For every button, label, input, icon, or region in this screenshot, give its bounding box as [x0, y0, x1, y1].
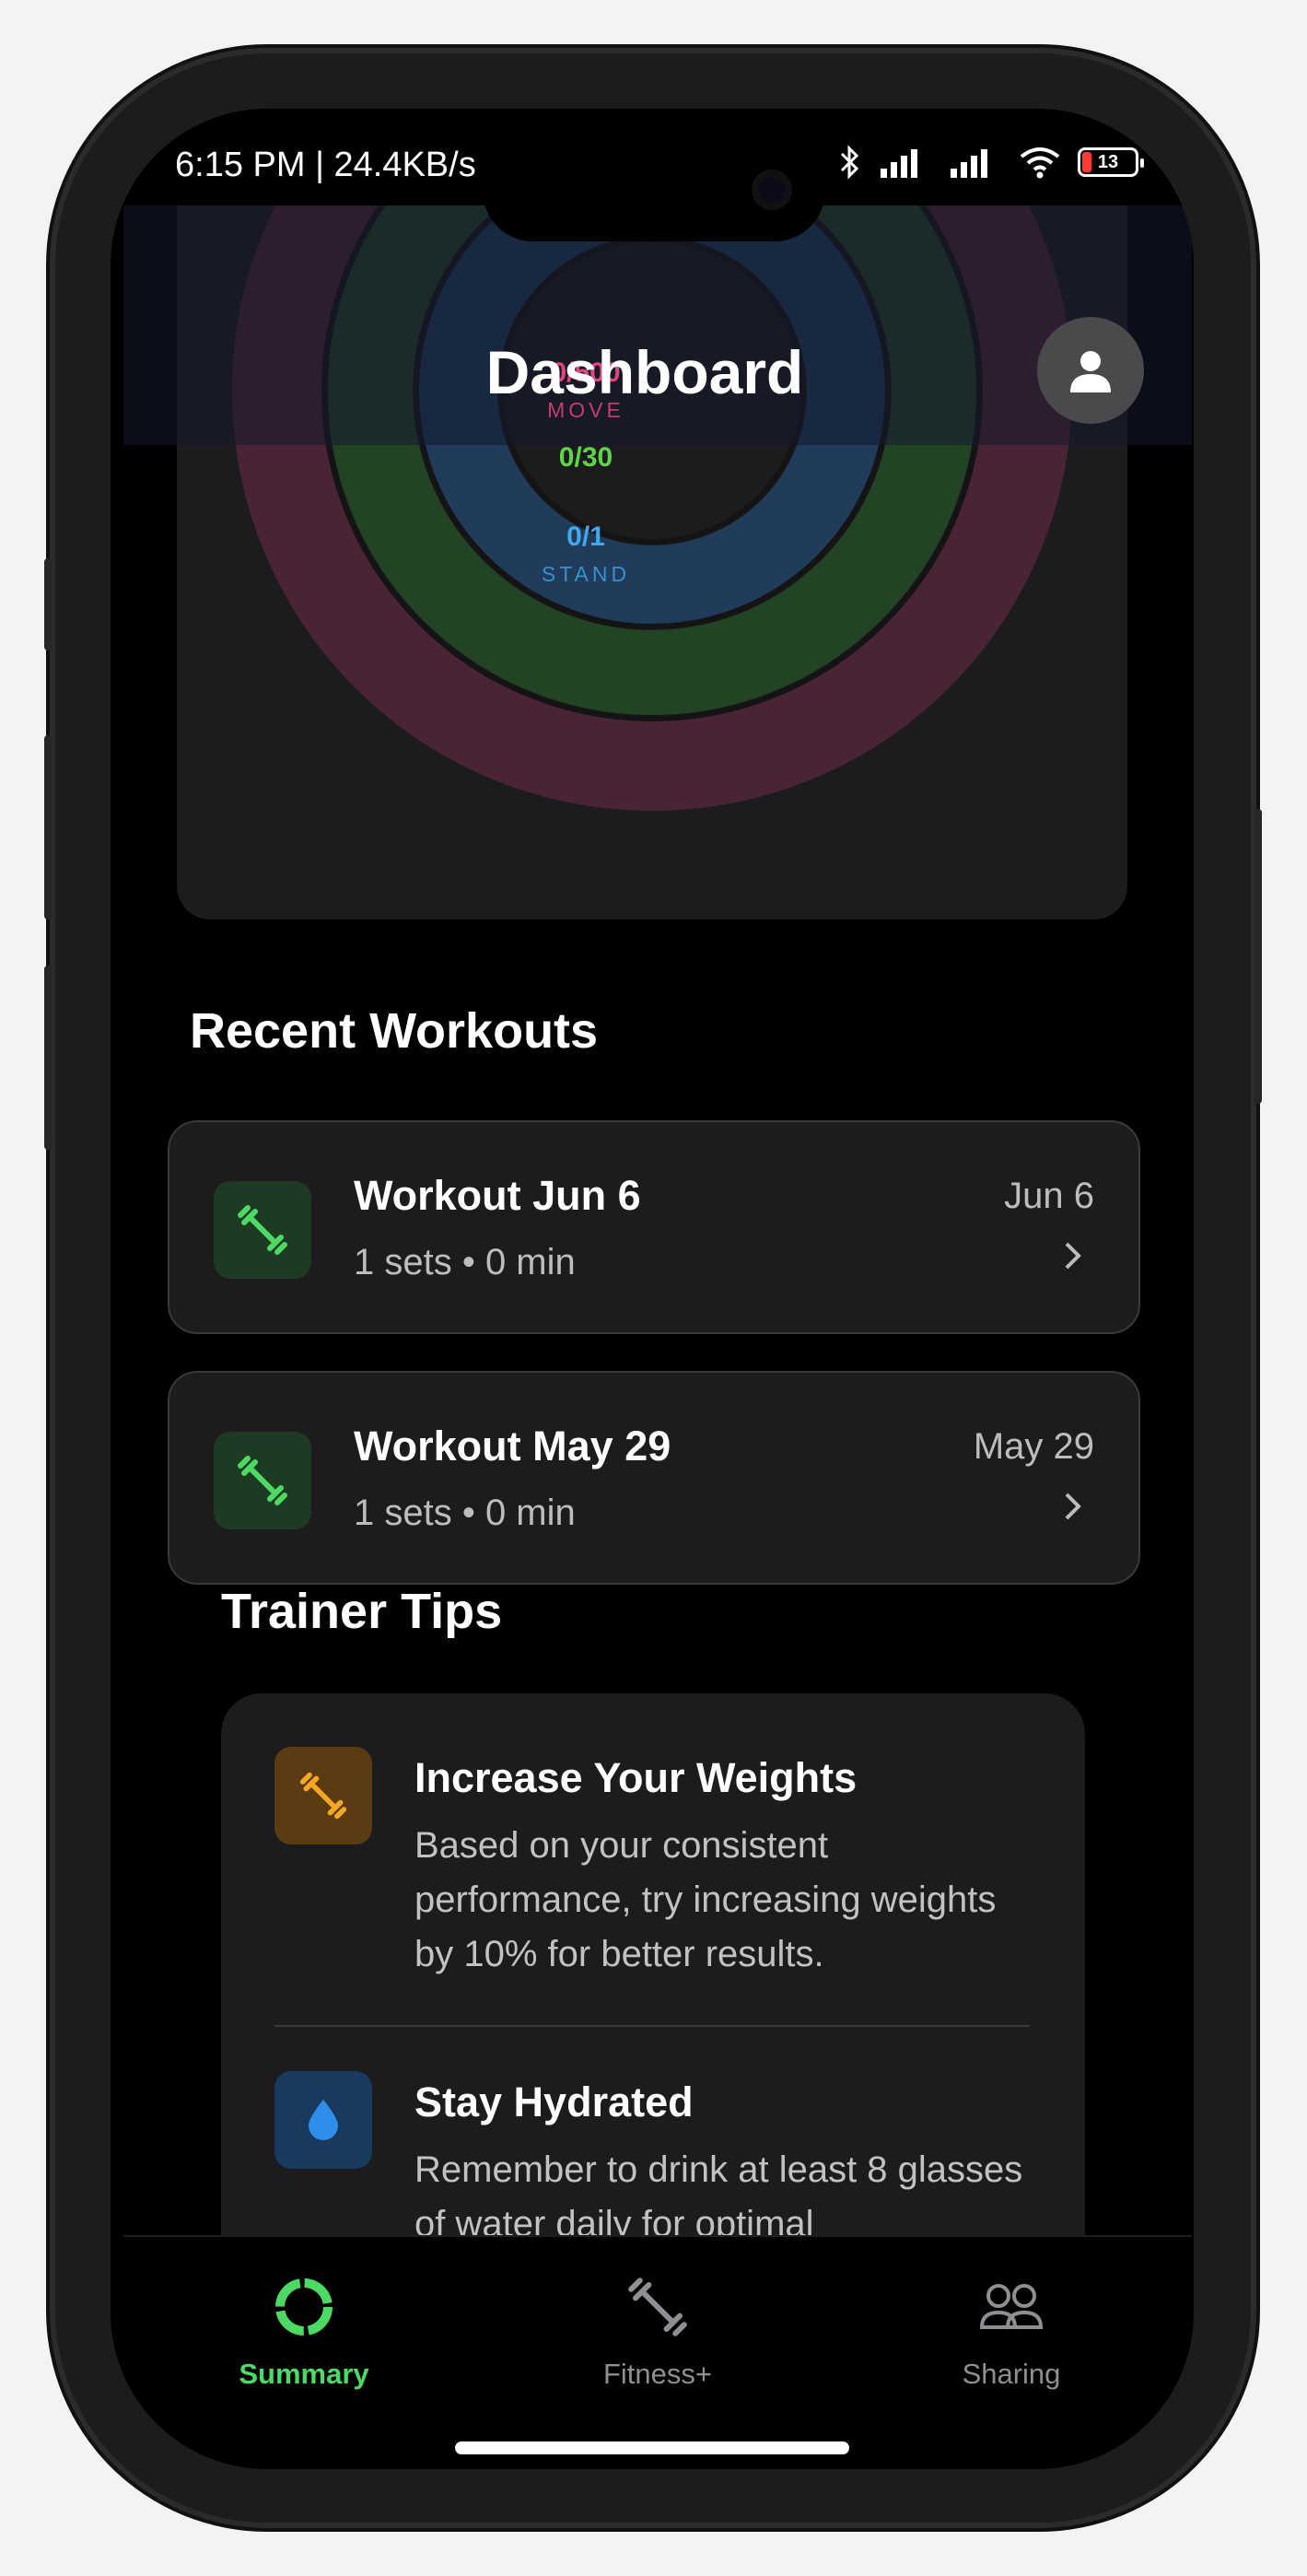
stand-value: 0/1 [566, 521, 605, 552]
tip-divider [274, 2025, 1030, 2027]
profile-button[interactable] [1037, 317, 1144, 424]
status-icons: 13 [838, 144, 1144, 181]
dumbbell-icon [274, 1747, 372, 1844]
water-drop-icon [274, 2071, 372, 2169]
people-icon [979, 2284, 1044, 2329]
page-title: Dashboard [485, 338, 804, 406]
workout-row[interactable]: Workout May 29 1 sets • 0 min May 29 [168, 1371, 1140, 1585]
chevron-right-icon [1065, 1242, 1081, 1270]
tip-body: Based on your consistent performance, tr… [414, 1825, 997, 1974]
tab-sharing[interactable]: Sharing [892, 2274, 1131, 2391]
tab-label: Summary [239, 2358, 369, 2390]
tip-title: Increase Your Weights [414, 1754, 858, 1801]
dynamic-island [483, 140, 825, 241]
tab-summary[interactable]: Summary [184, 2274, 424, 2391]
battery-level: 13 [1097, 151, 1119, 172]
recent-workouts-heading: Recent Workouts [190, 1003, 599, 1059]
volume-up-button [44, 735, 52, 919]
workout-title: Workout May 29 [354, 1423, 671, 1469]
tab-label: Sharing [962, 2358, 1061, 2390]
workout-subtitle: 1 sets • 0 min [354, 1242, 576, 1282]
workout-date: May 29 [973, 1426, 1094, 1467]
chevron-right-icon [1065, 1493, 1081, 1520]
workout-date: Jun 6 [1004, 1176, 1094, 1216]
dumbbell-icon [214, 1432, 311, 1529]
action-button [44, 558, 52, 650]
tab-label: Fitness+ [602, 2358, 713, 2390]
camera-icon [752, 170, 792, 210]
power-button [1254, 809, 1262, 1104]
workout-title: Workout Jun 6 [354, 1172, 641, 1219]
wifi-icon [1020, 147, 1060, 179]
battery-icon: 13 [1078, 147, 1144, 177]
signal-icon [951, 149, 987, 178]
tab-bar: Summary Fitness+ Sharing [123, 2235, 1192, 2469]
bluetooth-icon [840, 145, 859, 180]
signal-icon [881, 149, 917, 178]
app-screen: 6:15 PM | 24.4KB/s 13 0/500 MOVE 0/30 0/… [111, 109, 1194, 2469]
activity-ring-icon [275, 2278, 333, 2336]
status-time: 6:15 PM | 24.4KB/s [175, 146, 476, 184]
workout-subtitle: 1 sets • 0 min [354, 1493, 576, 1533]
home-indicator[interactable] [455, 2441, 849, 2454]
trainer-tips-heading: Trainer Tips [221, 1584, 503, 1639]
tip-title: Stay Hydrated [414, 2078, 694, 2125]
dumbbell-icon [214, 1181, 311, 1279]
user-icon [1070, 351, 1111, 392]
exercise-value: 0/30 [558, 442, 613, 473]
stand-label: STAND [541, 562, 631, 586]
dumbbell-icon [628, 2277, 687, 2336]
tab-fitness-plus[interactable]: Fitness+ [538, 2274, 777, 2391]
volume-down-button [44, 966, 52, 1150]
workout-row[interactable]: Workout Jun 6 1 sets • 0 min Jun 6 [168, 1120, 1140, 1334]
